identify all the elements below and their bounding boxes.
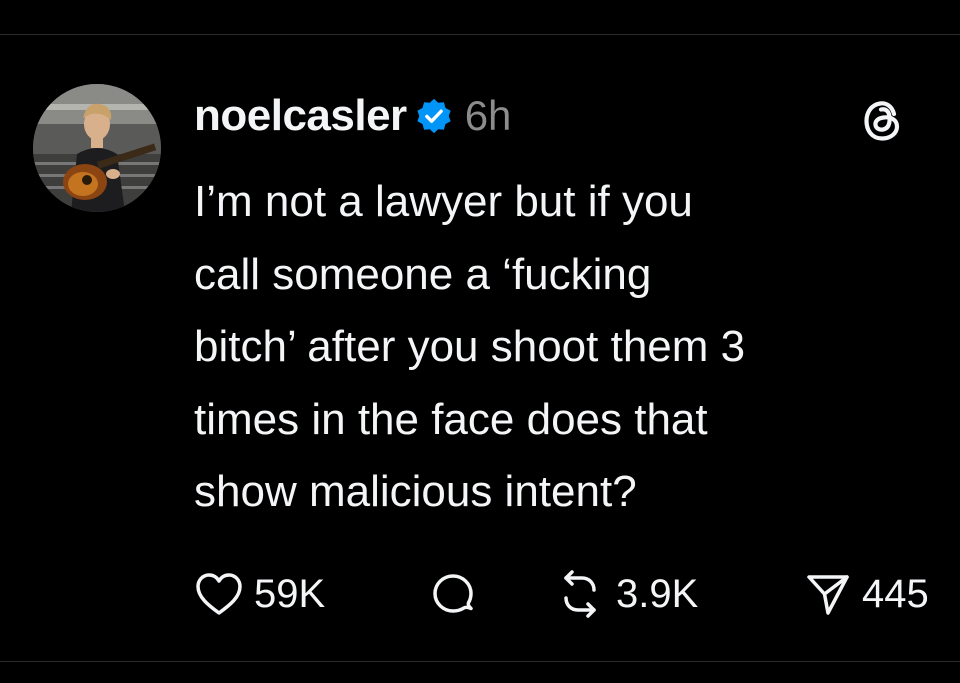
reply-button[interactable] bbox=[428, 566, 478, 622]
post-timestamp: 6h bbox=[464, 92, 512, 139]
heart-icon bbox=[196, 573, 242, 615]
post-text: I’m not a lawyer but if you call someone… bbox=[194, 177, 746, 516]
comment-bubble-icon bbox=[433, 574, 473, 613]
share-count: 445 bbox=[862, 572, 929, 616]
username-link[interactable]: noelcasler bbox=[194, 94, 407, 138]
send-icon bbox=[807, 575, 849, 615]
avatar[interactable] bbox=[33, 84, 161, 212]
post-header: noelcasler 6h bbox=[194, 88, 511, 144]
action-bar: 59K 3.9K 445 bbox=[194, 566, 960, 622]
verified-badge-icon bbox=[417, 98, 451, 134]
like-button[interactable]: 59K bbox=[194, 566, 325, 622]
top-divider bbox=[0, 34, 960, 35]
bottom-divider bbox=[0, 661, 960, 662]
like-count: 59K bbox=[254, 572, 326, 616]
profile-photo bbox=[33, 84, 161, 212]
threads-logo-icon[interactable] bbox=[858, 95, 910, 147]
repost-count: 3.9K bbox=[616, 572, 699, 616]
repost-button[interactable]: 3.9K bbox=[554, 566, 698, 622]
repost-icon bbox=[564, 570, 596, 618]
share-button[interactable]: 445 bbox=[804, 566, 929, 622]
